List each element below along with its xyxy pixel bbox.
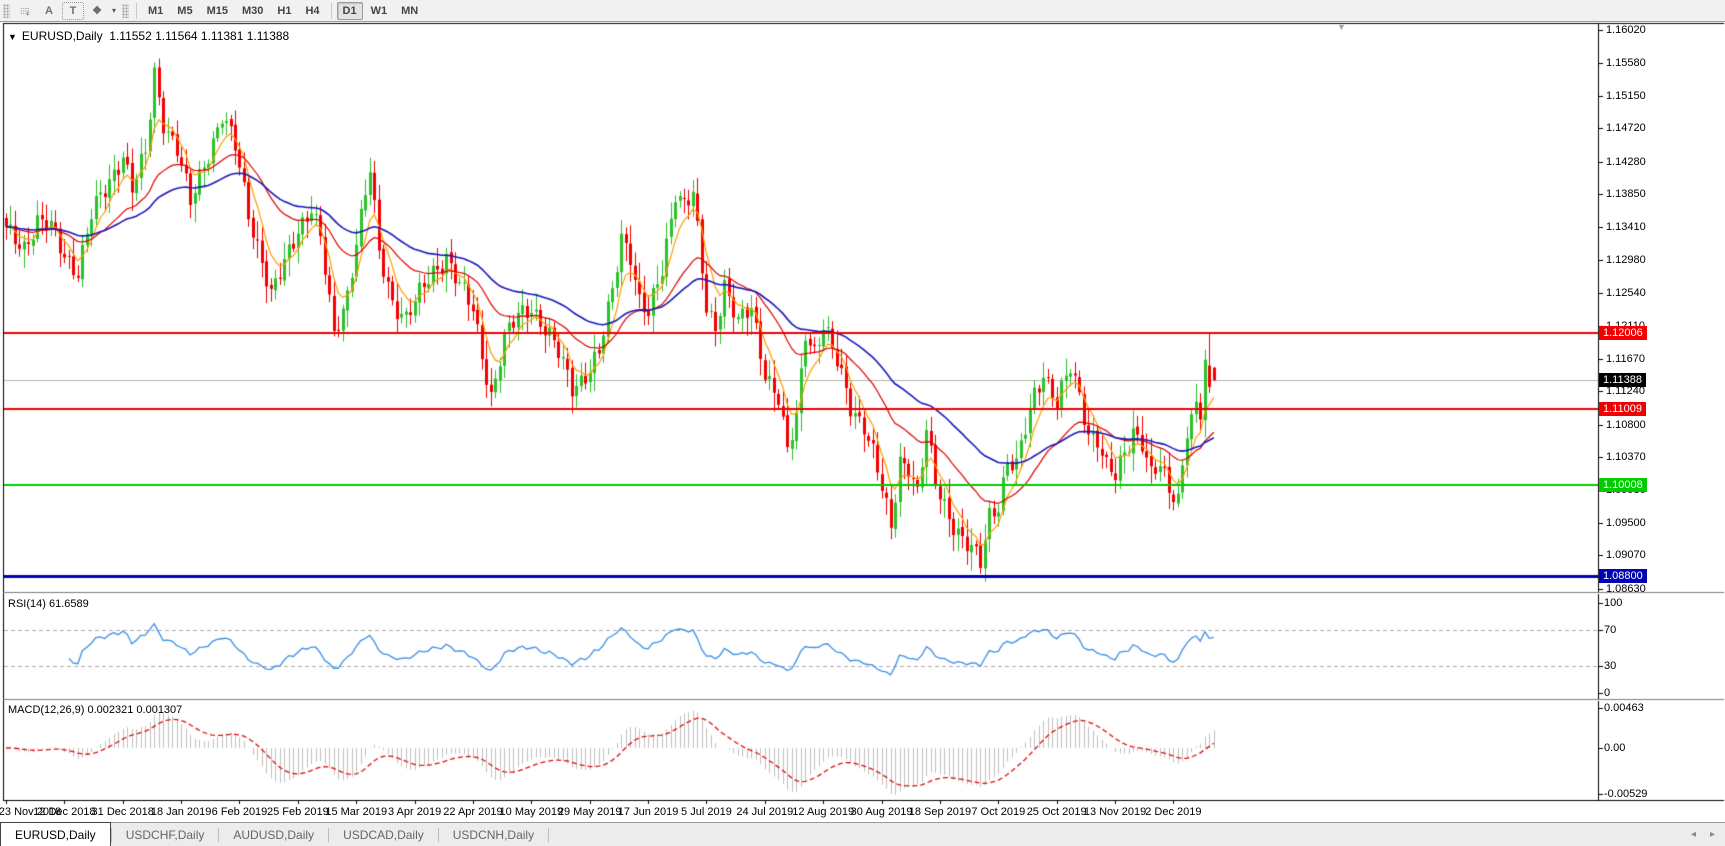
arrows-dropdown-icon[interactable]: ▾ bbox=[109, 6, 119, 15]
price-axis-tick: 1.13850 bbox=[1606, 188, 1646, 200]
timeframe-button-h4[interactable]: H4 bbox=[299, 2, 325, 20]
timeframe-button-m5[interactable]: M5 bbox=[171, 2, 198, 20]
chart-title: ▼ EURUSD,Daily 1.11552 1.11564 1.11381 1.… bbox=[8, 29, 289, 43]
price-axis-tick: 1.13410 bbox=[1606, 221, 1646, 233]
date-axis-tick: 29 May 2019 bbox=[558, 806, 622, 818]
date-axis-tick: 15 Mar 2019 bbox=[325, 806, 387, 818]
current-price-tag: 1.11388 bbox=[1599, 373, 1646, 387]
tab-scrollers: ◂ ▸ bbox=[1691, 823, 1725, 846]
toolbar-separator bbox=[136, 3, 137, 19]
date-axis-tick: 22 Apr 2019 bbox=[443, 806, 502, 818]
price-axis-tick: 1.10800 bbox=[1606, 419, 1646, 431]
timeframe-button-m15[interactable]: M15 bbox=[201, 2, 234, 20]
date-axis-tick: 2 Dec 2019 bbox=[1145, 806, 1201, 818]
toolbar-grip-2[interactable] bbox=[122, 4, 129, 18]
tab-usdcnh[interactable]: USDCNH,Daily bbox=[439, 823, 548, 846]
price-axis-tick: 1.08630 bbox=[1606, 583, 1646, 595]
price-axis-tick: 1.15150 bbox=[1606, 90, 1646, 102]
rsi-axis-tick: 0 bbox=[1604, 687, 1610, 699]
symbol-caret-icon[interactable]: ▼ bbox=[8, 32, 17, 42]
symbol-name: EURUSD,Daily bbox=[22, 29, 103, 43]
price-axis-tick: 1.09500 bbox=[1606, 517, 1646, 529]
date-axis-tick: 13 Nov 2019 bbox=[1084, 806, 1146, 818]
date-axis-tick: 17 Jun 2019 bbox=[618, 806, 679, 818]
fibonacci-icon-svg: F bbox=[20, 4, 30, 18]
rsi-axis-tick: 70 bbox=[1604, 624, 1616, 636]
rsi-label: RSI(14) 61.6589 bbox=[8, 598, 89, 610]
svg-text:F: F bbox=[27, 11, 30, 16]
tab-separator bbox=[548, 828, 549, 842]
date-axis-tick: 3 Apr 2019 bbox=[388, 806, 441, 818]
date-axis-tick: 12 Dec 2018 bbox=[33, 806, 95, 818]
text-label-icon[interactable]: T bbox=[62, 2, 84, 20]
tab-scroll-left-icon[interactable]: ◂ bbox=[1691, 829, 1696, 840]
timeframe-buttons: M1M5M15M30H1H4 D1W1MN bbox=[132, 2, 425, 20]
date-axis-tick: 6 Feb 2019 bbox=[212, 806, 268, 818]
date-axis-tick: 25 Feb 2019 bbox=[267, 806, 329, 818]
date-axis-tick: 12 Aug 2019 bbox=[792, 806, 854, 818]
arrows-icon[interactable]: ❖ bbox=[86, 3, 108, 19]
date-axis-tick: 18 Jan 2019 bbox=[151, 806, 212, 818]
hline-price-tag[interactable]: 1.08800 bbox=[1599, 569, 1647, 583]
macd-label: MACD(12,26,9) 0.002321 0.001307 bbox=[8, 704, 182, 716]
fibonacci-icon[interactable]: F bbox=[14, 3, 36, 19]
timeframe-button-mn[interactable]: MN bbox=[395, 2, 424, 20]
chart-canvas[interactable] bbox=[0, 0, 1725, 846]
chart-window: F A T ❖ ▾ M1M5M15M30H1H4 D1W1MN ▼ EURUSD,D… bbox=[0, 0, 1725, 846]
tab-usdcad[interactable]: USDCAD,Daily bbox=[329, 823, 438, 846]
macd-axis-tick: 0.00463 bbox=[1604, 702, 1644, 714]
price-axis-tick: 1.15580 bbox=[1606, 57, 1646, 69]
hline-price-tag[interactable]: 1.12006 bbox=[1599, 326, 1647, 340]
date-axis-tick: 30 Aug 2019 bbox=[851, 806, 913, 818]
timeframe-button-m30[interactable]: M30 bbox=[236, 2, 269, 20]
toolbar: F A T ❖ ▾ M1M5M15M30H1H4 D1W1MN bbox=[0, 0, 1725, 22]
date-axis-tick: 7 Oct 2019 bbox=[971, 806, 1025, 818]
text-icon[interactable]: A bbox=[38, 2, 60, 20]
date-axis-tick: 5 Jul 2019 bbox=[681, 806, 732, 818]
toolbar-separator bbox=[331, 3, 332, 19]
tab-usdchf[interactable]: USDCHF,Daily bbox=[112, 823, 219, 846]
price-axis-tick: 1.14280 bbox=[1606, 156, 1646, 168]
hline-price-tag[interactable]: 1.10008 bbox=[1599, 478, 1647, 492]
chart-shift-icon[interactable]: ▼ bbox=[1337, 22, 1346, 32]
tab-scroll-right-icon[interactable]: ▸ bbox=[1710, 829, 1715, 840]
price-axis-tick: 1.10370 bbox=[1606, 451, 1646, 463]
price-axis-tick: 1.14720 bbox=[1606, 122, 1646, 134]
timeframe-button-m1[interactable]: M1 bbox=[142, 2, 169, 20]
date-axis-tick: 18 Sep 2019 bbox=[909, 806, 971, 818]
date-axis-tick: 24 Jul 2019 bbox=[736, 806, 793, 818]
price-axis-tick: 1.11670 bbox=[1606, 353, 1645, 365]
hline-price-tag[interactable]: 1.11009 bbox=[1599, 402, 1646, 416]
timeframe-button-w1[interactable]: W1 bbox=[365, 2, 394, 20]
date-axis-tick: 31 Dec 2018 bbox=[92, 806, 154, 818]
price-axis-tick: 1.09070 bbox=[1606, 549, 1646, 561]
date-axis-tick: 25 Oct 2019 bbox=[1027, 806, 1087, 818]
tab-eurusd[interactable]: EURUSD,Daily bbox=[0, 822, 111, 846]
symbol-tab-bar: EURUSD,DailyUSDCHF,DailyAUDUSD,DailyUSDC… bbox=[0, 822, 1725, 846]
timeframe-button-d1[interactable]: D1 bbox=[337, 2, 363, 20]
date-axis-tick: 10 May 2019 bbox=[500, 806, 564, 818]
tabs: EURUSD,DailyUSDCHF,DailyAUDUSD,DailyUSDC… bbox=[0, 823, 549, 846]
macd-axis-tick: -0.00529 bbox=[1604, 788, 1647, 800]
price-axis-tick: 1.12980 bbox=[1606, 254, 1646, 266]
toolbar-grip[interactable] bbox=[3, 4, 10, 18]
timeframe-button-h1[interactable]: H1 bbox=[271, 2, 297, 20]
ohlc-readout: 1.11552 1.11564 1.11381 1.11388 bbox=[109, 29, 289, 43]
rsi-axis-tick: 30 bbox=[1604, 660, 1616, 672]
rsi-axis-tick: 100 bbox=[1604, 597, 1622, 609]
macd-axis-tick: 0.00 bbox=[1604, 742, 1625, 754]
tab-audusd[interactable]: AUDUSD,Daily bbox=[219, 823, 328, 846]
price-axis-tick: 1.16020 bbox=[1606, 24, 1646, 36]
price-axis-tick: 1.12540 bbox=[1606, 287, 1646, 299]
